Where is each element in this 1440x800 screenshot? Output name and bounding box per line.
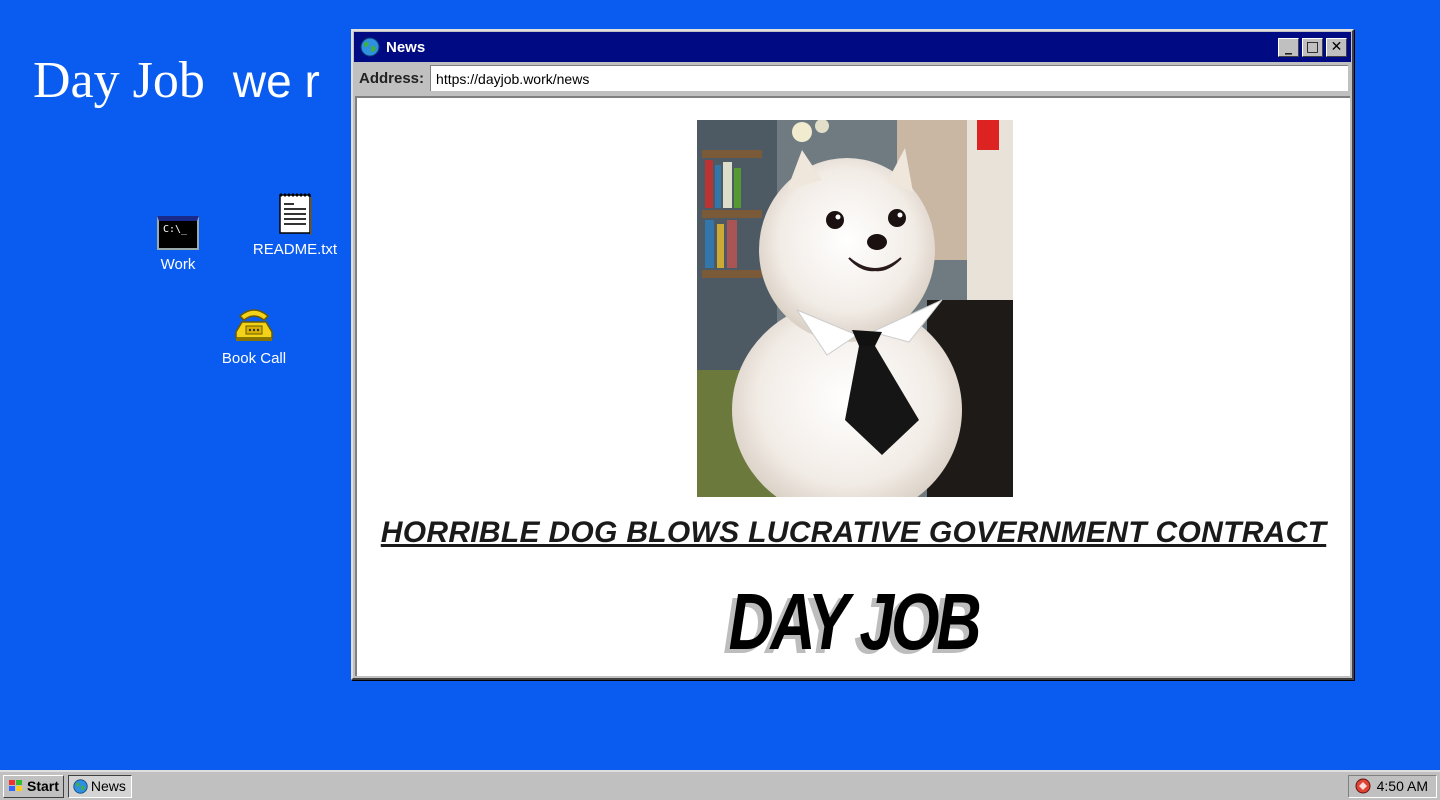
desktop-title-brand: Day Job <box>33 52 205 109</box>
taskbar-item-news[interactable]: News <box>67 774 132 798</box>
terminal-icon: C:\_ <box>157 216 199 250</box>
minimize-button[interactable]: _ <box>1278 37 1299 57</box>
clock[interactable]: 4:50 AM <box>1377 778 1428 794</box>
globe-icon <box>360 37 380 57</box>
desktop-title: Day Job we r <box>33 50 320 111</box>
dog-image <box>697 120 1013 497</box>
close-button[interactable]: ✕ <box>1326 37 1347 57</box>
address-label: Address: <box>359 69 425 87</box>
news-window[interactable]: News _ □ ✕ Address: https://dayjob.work/… <box>351 29 1354 680</box>
window-title: News <box>386 38 426 56</box>
address-input[interactable] <box>430 65 1348 91</box>
desktop-icon-work[interactable]: C:\_ Work <box>128 216 228 273</box>
maximize-button[interactable]: □ <box>1302 37 1323 57</box>
taskbar-item-label: News <box>90 778 126 794</box>
day-job-logo: DAY JOB <box>728 577 982 666</box>
text-file-icon <box>279 193 312 235</box>
globe-icon <box>73 778 88 794</box>
page-content: HORRIBLE DOG BLOWS LUCRATIVE GOVERNMENT … <box>355 96 1350 676</box>
volume-icon[interactable] <box>1355 778 1371 794</box>
dog-photo <box>697 120 1013 497</box>
taskbar: Start News 4:50 AM <box>0 770 1440 800</box>
desktop-icon-readme[interactable]: README.txt <box>245 193 345 258</box>
desktop-icon-label: Book Call <box>221 350 287 367</box>
desktop-icon-label: Work <box>160 256 196 273</box>
start-button[interactable]: Start <box>3 774 64 798</box>
telephone-icon <box>235 309 273 341</box>
desktop-icon-label: README.txt <box>252 241 338 258</box>
windows-logo-icon <box>9 780 22 791</box>
start-label: Start <box>27 778 59 794</box>
desktop-icon-book-call[interactable]: Book Call <box>204 302 304 367</box>
window-titlebar[interactable]: News _ □ ✕ <box>354 32 1351 62</box>
news-headline[interactable]: HORRIBLE DOG BLOWS LUCRATIVE GOVERNMENT … <box>357 516 1350 550</box>
address-bar: Address: <box>353 63 1352 93</box>
system-tray: 4:50 AM <box>1347 774 1437 798</box>
desktop-title-tagline: we r <box>232 55 320 107</box>
